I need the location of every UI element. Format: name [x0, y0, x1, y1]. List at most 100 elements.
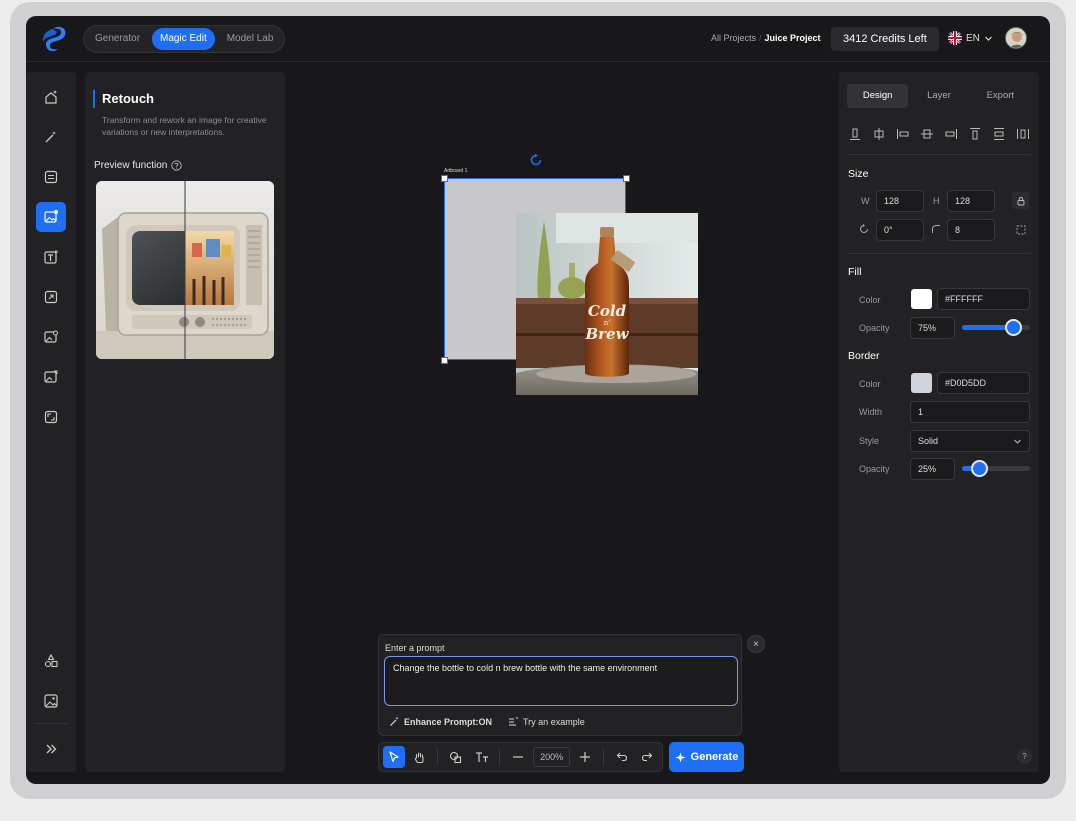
fill-color-swatch[interactable]: [911, 289, 932, 309]
toolbar-divider: [499, 749, 501, 765]
border-color-hex-input[interactable]: #D0D5DD: [937, 372, 1030, 394]
mode-magic-edit[interactable]: Magic Edit: [152, 28, 215, 50]
avatar[interactable]: [1005, 27, 1027, 49]
border-color-label: Color: [859, 379, 881, 389]
lock-ratio-button[interactable]: [1012, 192, 1029, 209]
mode-generator[interactable]: Generator: [87, 28, 148, 50]
tab-layer[interactable]: Layer: [908, 84, 969, 108]
border-style-select[interactable]: Solid: [910, 430, 1030, 452]
preview-image[interactable]: [96, 181, 274, 359]
try-example-button[interactable]: Try an example: [508, 716, 585, 727]
double-chevron-right-icon: [46, 744, 57, 754]
align-right-icon[interactable]: [943, 126, 959, 142]
app-logo[interactable]: [40, 26, 68, 52]
rail-shapes-button[interactable]: [36, 646, 66, 676]
fill-color-hex-input[interactable]: #FFFFFF: [937, 288, 1030, 310]
align-vertical-center-icon[interactable]: [919, 126, 935, 142]
resize-handle-top-left[interactable]: [441, 175, 448, 182]
magic-wand-icon: [45, 131, 56, 143]
shapes-icon: [450, 751, 462, 763]
resize-handle-top-right[interactable]: [623, 175, 630, 182]
shape-tool-button[interactable]: [445, 746, 467, 768]
panel-description: Transform and rework an image for creati…: [102, 115, 267, 137]
rail-upscale-button[interactable]: [36, 282, 66, 312]
redo-button[interactable]: [636, 746, 658, 768]
rail-magic-wand-button[interactable]: [36, 122, 66, 152]
height-input[interactable]: 128: [947, 190, 995, 212]
toolbar-divider: [602, 749, 604, 765]
corners-independent-icon[interactable]: [1016, 225, 1026, 235]
fill-title: Fill: [848, 266, 862, 278]
enhance-prompt-toggle[interactable]: Enhance Prompt:ON: [389, 716, 492, 727]
rotate-handle-icon[interactable]: [529, 153, 543, 167]
fill-opacity-slider-knob[interactable]: [1005, 319, 1022, 336]
width-input[interactable]: 128: [876, 190, 924, 212]
prompt-input[interactable]: Change the bottle to cold n brew bottle …: [384, 656, 738, 706]
magic-wand-icon: [390, 716, 399, 726]
border-style-label: Style: [859, 436, 880, 446]
fill-opacity-input[interactable]: 75%: [910, 317, 955, 339]
rail-text-button[interactable]: [36, 242, 66, 272]
mode-model-lab[interactable]: Model Lab: [219, 28, 282, 50]
resize-handle-bottom-left[interactable]: [441, 357, 448, 364]
zoom-level[interactable]: 200%: [532, 747, 571, 767]
border-style-value: Solid: [918, 436, 939, 446]
divider: [847, 253, 1031, 254]
hand-tool-button[interactable]: [409, 746, 431, 768]
undo-button[interactable]: [611, 746, 633, 768]
close-prompt-button[interactable]: ×: [747, 635, 765, 653]
help-button[interactable]: ?: [1017, 749, 1032, 764]
language-label: EN: [966, 32, 980, 44]
border-color-swatch[interactable]: [911, 373, 932, 393]
zoom-out-button[interactable]: [507, 746, 529, 768]
border-opacity-slider[interactable]: [962, 460, 1030, 477]
align-bottom-icon[interactable]: [847, 126, 863, 142]
align-left-icon[interactable]: [895, 126, 911, 142]
rail-enhance-button[interactable]: [36, 82, 66, 112]
radius-input[interactable]: 8: [947, 219, 995, 241]
align-horizontal-center-icon[interactable]: [871, 126, 887, 142]
select-tool-button[interactable]: [383, 746, 405, 768]
size-title: Size: [848, 168, 869, 180]
generate-button[interactable]: Generate: [669, 742, 744, 772]
home-sparkle-icon: [45, 90, 57, 104]
align-top-icon[interactable]: [967, 126, 983, 142]
sparkle-icon: [675, 752, 686, 762]
rail-crop-button[interactable]: [36, 402, 66, 432]
tab-export[interactable]: Export: [970, 84, 1031, 108]
rail-gallery-button[interactable]: [36, 686, 66, 716]
rail-adjust-button[interactable]: [36, 162, 66, 192]
swap-frame-icon: [44, 170, 58, 184]
zoom-in-button[interactable]: [574, 746, 596, 768]
distribute-vertical-icon[interactable]: [991, 126, 1007, 142]
gallery-icon: [44, 694, 58, 708]
cursor-icon: [389, 751, 399, 763]
fill-opacity-slider[interactable]: [962, 319, 1030, 336]
bottle-photo[interactable]: Cold n' Brew: [516, 213, 698, 395]
help-circle-icon[interactable]: [171, 160, 183, 171]
text-tool-button[interactable]: [471, 746, 493, 768]
rail-image-settings-button[interactable]: [36, 322, 66, 352]
rail-image-replace-button[interactable]: [36, 362, 66, 392]
rail-retouch-button[interactable]: [36, 202, 66, 232]
properties-tabs: Design Layer Export: [847, 84, 1031, 108]
minus-icon: [513, 756, 524, 758]
tab-design[interactable]: Design: [847, 84, 909, 108]
app-window: Generator Magic Edit Model Lab All Proje…: [26, 16, 1050, 784]
retouch-panel: Retouch Transform and rework an image fo…: [85, 72, 285, 772]
redo-icon: [642, 752, 653, 762]
border-width-input[interactable]: 1: [910, 401, 1030, 423]
chevron-down-icon: [1014, 439, 1021, 444]
language-selector[interactable]: EN: [948, 31, 993, 45]
rotation-input[interactable]: 0°: [876, 219, 924, 241]
prompt-panel: Enter a prompt Change the bottle to cold…: [378, 634, 742, 736]
distribute-horizontal-icon[interactable]: [1015, 126, 1031, 142]
breadcrumb-root[interactable]: All Projects: [711, 33, 756, 43]
border-opacity-input[interactable]: 25%: [910, 458, 955, 480]
image-edit-icon: [44, 210, 58, 223]
border-opacity-slider-knob[interactable]: [971, 460, 988, 477]
close-icon: ×: [753, 638, 759, 650]
rail-expand-button[interactable]: [36, 734, 66, 764]
lock-icon: [1017, 196, 1024, 205]
height-label: H: [933, 196, 940, 206]
